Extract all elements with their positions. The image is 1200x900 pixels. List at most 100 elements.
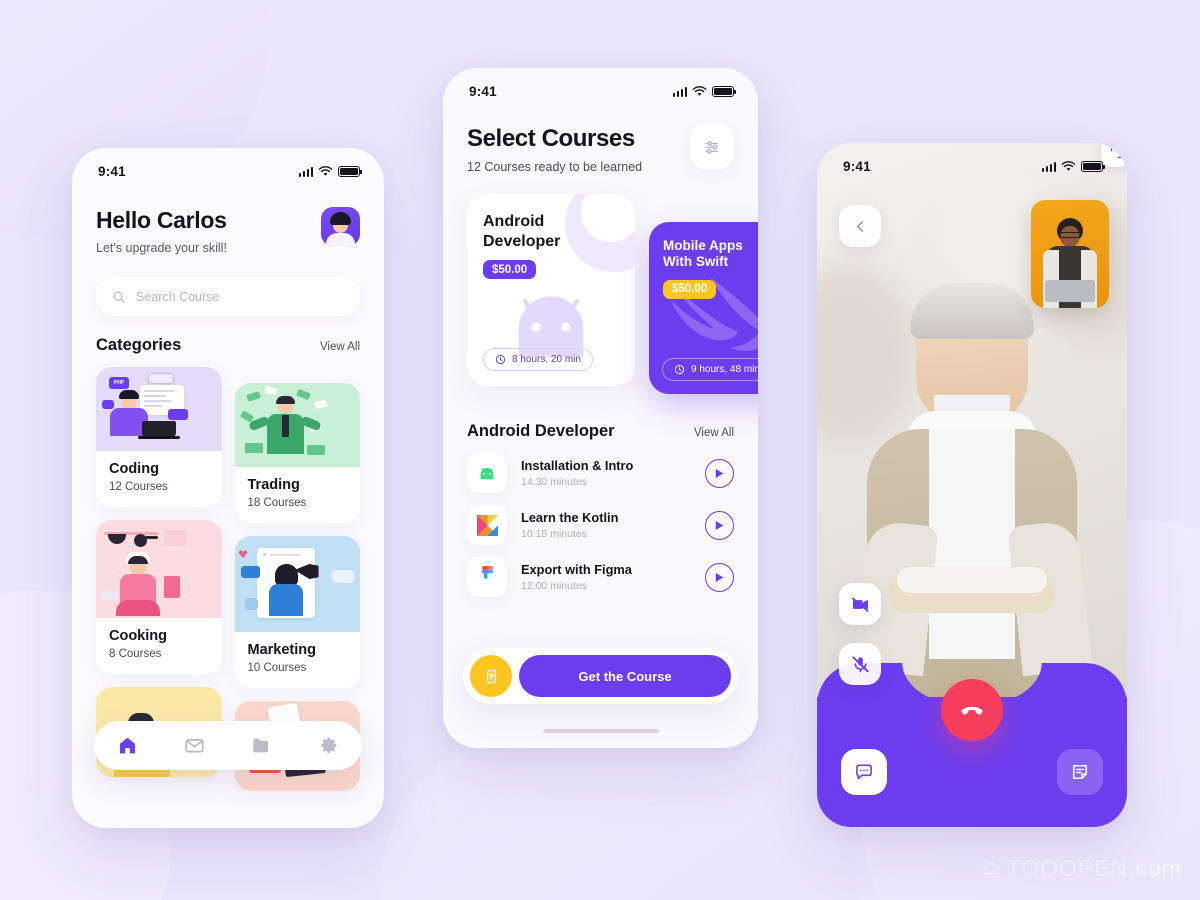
filter-button[interactable] bbox=[690, 125, 734, 169]
course-duration-text: 9 hours, 48 min bbox=[691, 364, 758, 375]
wifi-icon bbox=[318, 166, 333, 176]
sliders-filter-icon bbox=[704, 140, 718, 154]
course-duration: 8 hours, 20 min bbox=[483, 348, 593, 371]
greeting-block: Hello Carlos Let's upgrade your skill! bbox=[96, 207, 227, 255]
watermark-text: TOOOPEN.com bbox=[1006, 855, 1182, 881]
cta-bar: Get the Course bbox=[463, 648, 738, 704]
play-icon bbox=[715, 468, 724, 478]
category-info: Marketing 10 Courses bbox=[235, 632, 361, 688]
wifi-icon bbox=[692, 86, 707, 96]
page-subtitle: 12 Courses ready to be learned bbox=[467, 160, 643, 174]
course-card-swift[interactable]: Mobile Apps With Swift $50.00 9 hours, 4… bbox=[649, 222, 758, 394]
status-bar: 9:41 bbox=[72, 148, 384, 179]
get-course-button[interactable]: Get the Course bbox=[519, 655, 731, 697]
avatar-hair bbox=[330, 212, 351, 225]
status-icons bbox=[1041, 161, 1106, 172]
battery-icon bbox=[338, 166, 363, 177]
category-count: 8 Courses bbox=[109, 648, 162, 660]
lessons-section-header: Android Developer View All bbox=[443, 394, 758, 441]
status-bar: 9:41 bbox=[443, 68, 758, 99]
lesson-name: Export with Figma bbox=[521, 562, 632, 577]
phone-select-courses-screen: 9:41 Select Courses 12 Courses ready to … bbox=[443, 68, 758, 748]
search-bar[interactable]: Search Course bbox=[96, 277, 360, 316]
status-icons bbox=[672, 86, 737, 97]
notes-button[interactable] bbox=[1057, 749, 1103, 795]
lessons-heading: Android Developer bbox=[467, 422, 615, 440]
lesson-row[interactable]: Export with Figma 12:00 minutes bbox=[443, 545, 758, 597]
page-title: Select Courses bbox=[467, 125, 635, 152]
greeting-subtitle: Let's upgrade your skill! bbox=[96, 241, 227, 255]
course-cards-row: Android Developer $50.00 8 hours, 20 min… bbox=[443, 174, 758, 394]
nav-item-files[interactable] bbox=[251, 735, 273, 757]
category-card-trading[interactable]: Trading 18 Courses bbox=[234, 383, 361, 523]
courses-title-block: Select Courses 12 Courses ready to be le… bbox=[467, 125, 642, 174]
home-header: Hello Carlos Let's upgrade your skill! bbox=[72, 179, 384, 255]
category-name: Cooking bbox=[109, 628, 167, 644]
lesson-name: Learn the Kotlin bbox=[521, 510, 619, 525]
end-call-button[interactable] bbox=[941, 679, 1003, 741]
clock-icon bbox=[495, 354, 506, 365]
category-count: 12 Courses bbox=[109, 481, 168, 493]
play-icon bbox=[715, 520, 724, 530]
back-button[interactable] bbox=[839, 205, 881, 247]
notes-icon bbox=[1072, 764, 1088, 780]
play-button[interactable] bbox=[705, 562, 734, 592]
expand-button[interactable] bbox=[1101, 143, 1127, 167]
avatar-body bbox=[326, 233, 355, 246]
folder-icon bbox=[253, 738, 268, 753]
course-price: $50.00 bbox=[663, 279, 717, 299]
play-button[interactable] bbox=[705, 458, 734, 488]
clock-icon bbox=[674, 364, 685, 375]
trading-illustration bbox=[234, 383, 360, 467]
cooking-illustration bbox=[96, 520, 222, 618]
battery-icon bbox=[712, 86, 737, 97]
avatar[interactable] bbox=[321, 207, 360, 246]
lesson-time: 12:00 minutes bbox=[521, 580, 587, 592]
play-button[interactable] bbox=[705, 510, 734, 540]
search-input[interactable]: Search Course bbox=[136, 290, 219, 304]
course-title: Mobile Apps With Swift bbox=[663, 238, 743, 270]
lessons-view-all-link[interactable]: View All bbox=[694, 427, 734, 439]
category-info: Trading 18 Courses bbox=[235, 467, 361, 523]
nav-item-settings[interactable] bbox=[318, 735, 340, 757]
signal-bars-icon bbox=[298, 166, 313, 177]
self-video-preview[interactable] bbox=[1031, 200, 1109, 308]
battery-icon bbox=[1081, 161, 1106, 172]
certificate-icon[interactable] bbox=[470, 655, 512, 697]
figma-icon bbox=[467, 557, 507, 597]
phone-video-call-screen: 9:41 bbox=[817, 143, 1127, 827]
lesson-info: Export with Figma 12:00 minutes bbox=[521, 562, 691, 592]
signal-bars-icon bbox=[672, 86, 687, 97]
course-title: Android Developer bbox=[483, 213, 561, 250]
wifi-icon bbox=[1061, 161, 1076, 171]
chevron-left-icon bbox=[856, 220, 863, 232]
nav-item-home[interactable] bbox=[117, 735, 139, 757]
lesson-name: Installation & Intro bbox=[521, 458, 634, 473]
mail-icon bbox=[185, 738, 204, 753]
category-card-marketing[interactable]: Marketing 10 Courses bbox=[234, 536, 361, 688]
course-duration-text: 8 hours, 20 min bbox=[512, 354, 581, 365]
category-count: 18 Courses bbox=[247, 497, 307, 509]
status-time: 9:41 bbox=[469, 84, 497, 99]
category-info: Coding 12 Courses bbox=[96, 451, 222, 507]
expand-icon bbox=[1110, 146, 1122, 158]
category-card-coding[interactable]: PHP Coding 12 Courses bbox=[96, 367, 222, 507]
chat-button[interactable] bbox=[841, 749, 887, 795]
courses-header: Select Courses 12 Courses ready to be le… bbox=[443, 99, 758, 174]
course-card-android[interactable]: Android Developer $50.00 8 hours, 20 min bbox=[467, 194, 635, 386]
search-icon bbox=[113, 290, 125, 303]
play-icon bbox=[715, 572, 724, 582]
phone-home-screen: 9:41 Hello Carlos Let's upgrade your ski… bbox=[72, 148, 384, 828]
lesson-row[interactable]: Learn the Kotlin 10:15 minutes bbox=[443, 493, 758, 545]
nav-item-messages[interactable] bbox=[184, 735, 206, 757]
lesson-time: 10:15 minutes bbox=[521, 528, 587, 540]
categories-heading: Categories bbox=[96, 336, 182, 354]
toggle-mic-button[interactable] bbox=[839, 643, 881, 685]
toggle-video-button[interactable] bbox=[839, 583, 881, 625]
course-price: $50.00 bbox=[483, 260, 537, 280]
status-icons bbox=[298, 166, 363, 177]
category-card-cooking[interactable]: Cooking 8 Courses bbox=[96, 520, 222, 674]
page-title: Hello Carlos bbox=[96, 207, 227, 233]
categories-view-all-link[interactable]: View All bbox=[320, 341, 360, 353]
lesson-row[interactable]: Installation & Intro 14:30 minutes bbox=[443, 441, 758, 493]
